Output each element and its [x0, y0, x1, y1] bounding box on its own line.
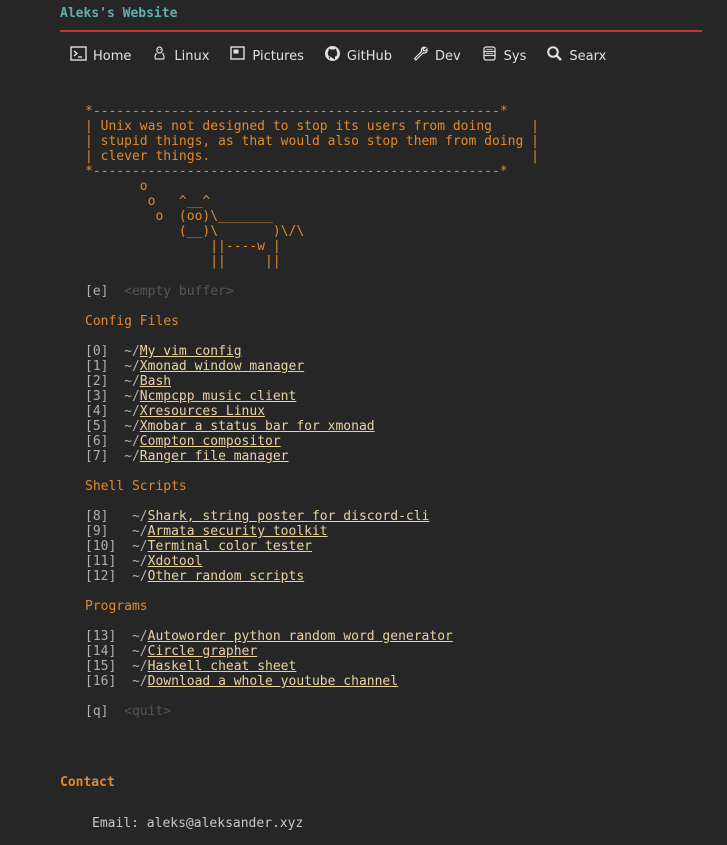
list-item: [2] ~/Bash — [85, 374, 172, 389]
script-link-shark[interactable]: Shark, string poster for discord-cli — [148, 509, 430, 524]
list-item: [14] ~/Circle grapher — [85, 644, 258, 659]
programs-section: Programs [13] ~/Autoworder python random… — [85, 599, 453, 689]
title-divider — [60, 30, 702, 32]
database-icon — [481, 45, 498, 62]
nav-item-linux[interactable]: Linux — [151, 45, 210, 65]
nav-item-searx[interactable]: Searx — [546, 45, 607, 65]
program-link-haskell[interactable]: Haskell cheat sheet — [148, 659, 297, 674]
email-address[interactable]: aleks@aleksander.xyz — [147, 816, 304, 831]
page: Aleks's Website Home Linux Pictures GitH… — [0, 0, 727, 845]
list-item: [7] ~/Ranger file manager — [85, 449, 289, 464]
list-item: [10] ~/Terminal color tester — [85, 539, 312, 554]
nav-label-linux: Linux — [174, 49, 210, 64]
shell-scripts-heading: Shell Scripts — [85, 479, 187, 494]
email-label: Email: — [92, 816, 139, 831]
contact-heading: Contact — [60, 775, 115, 790]
config-link-ranger[interactable]: Ranger file manager — [140, 449, 289, 464]
tux-icon — [151, 45, 168, 62]
nav-item-pictures[interactable]: Pictures — [229, 45, 304, 65]
config-link-xmobar[interactable]: Xmobar a status bar for xmonad — [140, 419, 375, 434]
list-item: [1] ~/Xmonad window manager — [85, 359, 305, 374]
nav-item-github[interactable]: GitHub — [324, 45, 392, 65]
nav-item-sys[interactable]: Sys — [481, 45, 527, 65]
search-icon — [546, 45, 563, 62]
empty-buffer-key: [e] — [85, 284, 109, 299]
quit-line[interactable]: [q] <quit> — [85, 704, 171, 719]
nav-label-searx: Searx — [569, 49, 607, 64]
config-link-xresources[interactable]: Xresources Linux — [140, 404, 265, 419]
list-item: [0] ~/My vim config — [85, 344, 242, 359]
script-link-random[interactable]: Other random scripts — [148, 569, 305, 584]
nav-label-github: GitHub — [346, 49, 392, 64]
nav-item-home[interactable]: Home — [70, 45, 132, 65]
programs-heading: Programs — [85, 599, 148, 614]
list-item: [4] ~/Xresources Linux — [85, 404, 266, 419]
wrench-icon — [412, 45, 429, 62]
picture-icon — [229, 45, 246, 62]
list-item: [12] ~/Other random scripts — [85, 569, 305, 584]
list-item: [16] ~/Download a whole youtube channel — [85, 674, 399, 689]
nav-label-pictures: Pictures — [252, 49, 304, 64]
script-link-xdotool[interactable]: Xdotool — [148, 554, 203, 569]
site-title[interactable]: Aleks's Website — [60, 6, 177, 21]
contact-email-line: Email: aleks@aleksander.xyz — [92, 816, 303, 831]
list-item: [15] ~/Haskell cheat sheet — [85, 659, 297, 674]
nav-label-home: Home — [93, 49, 132, 64]
github-icon — [324, 45, 341, 62]
config-files-section: Config Files [0] ~/My vim config [1] ~/X… — [85, 314, 375, 464]
list-item: [5] ~/Xmobar a status bar for xmonad — [85, 419, 375, 434]
quit-label: <quit> — [124, 704, 172, 719]
list-item: [8] ~/Shark, string poster for discord-c… — [85, 509, 430, 524]
list-item: [11] ~/Xdotool — [85, 554, 203, 569]
empty-buffer-label: <empty buffer> — [124, 284, 234, 299]
quit-key: [q] — [85, 704, 109, 719]
list-item: [6] ~/Compton compositor — [85, 434, 281, 449]
list-item: [3] ~/Ncmpcpp music client — [85, 389, 297, 404]
config-link-compton[interactable]: Compton compositor — [140, 434, 281, 449]
empty-buffer-line[interactable]: [e] <empty buffer> — [85, 284, 234, 299]
program-link-circle-grapher[interactable]: Circle grapher — [148, 644, 258, 659]
nav-item-dev[interactable]: Dev — [412, 45, 461, 65]
script-link-armata[interactable]: Armata security toolkit — [148, 524, 328, 539]
config-files-heading: Config Files — [85, 314, 179, 329]
config-link-ncmpcpp[interactable]: Ncmpcpp music client — [140, 389, 297, 404]
nav-label-dev: Dev — [434, 49, 461, 64]
terminal-icon — [70, 45, 87, 62]
list-item: [13] ~/Autoworder python random word gen… — [85, 629, 453, 644]
cowsay-fortune: *---------------------------------------… — [85, 104, 539, 269]
main-nav: Home Linux Pictures GitHub Dev Sys Searx — [70, 45, 626, 65]
program-link-youtube[interactable]: Download a whole youtube channel — [148, 674, 398, 689]
config-link-vim[interactable]: My vim config — [140, 344, 242, 359]
config-link-bash[interactable]: Bash — [140, 374, 171, 389]
list-item: [9] ~/Armata security toolkit — [85, 524, 328, 539]
config-link-xmonad[interactable]: Xmonad window manager — [140, 359, 304, 374]
script-link-color-tester[interactable]: Terminal color tester — [148, 539, 312, 554]
shell-scripts-section: Shell Scripts [8] ~/Shark, string poster… — [85, 479, 429, 584]
program-link-autoworder[interactable]: Autoworder python random word generator — [148, 629, 453, 644]
nav-label-sys: Sys — [503, 49, 527, 64]
